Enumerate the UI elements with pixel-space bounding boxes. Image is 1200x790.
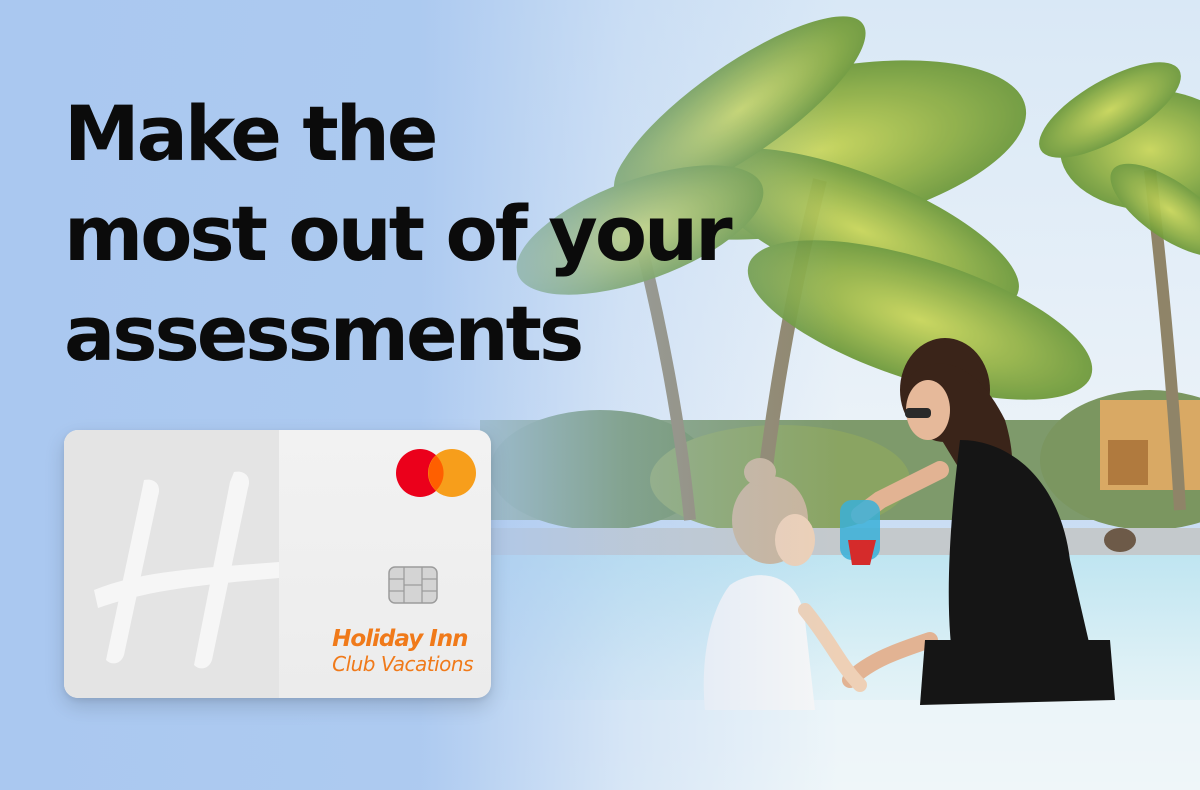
brand-name-line-1: Holiday Inn [332, 626, 468, 652]
emv-chip-icon [388, 566, 438, 604]
mastercard-logo-icon [396, 449, 476, 497]
headline-line-2: most out of your [64, 189, 733, 278]
headline: Make the most out of your assessments [64, 84, 733, 384]
brand-name-line-2: Club Vacations [332, 652, 473, 676]
headline-line-3: assessments [64, 289, 584, 378]
credit-card: Holiday Inn Club Vacations [64, 430, 491, 698]
headline-line-1: Make the [64, 89, 438, 178]
holiday-inn-club-vacations-logo: Holiday Inn Club Vacations [332, 626, 473, 676]
holiday-inn-h-logo-icon [94, 471, 279, 669]
promo-banner: Make the most out of your assessments Ho… [0, 0, 1200, 790]
